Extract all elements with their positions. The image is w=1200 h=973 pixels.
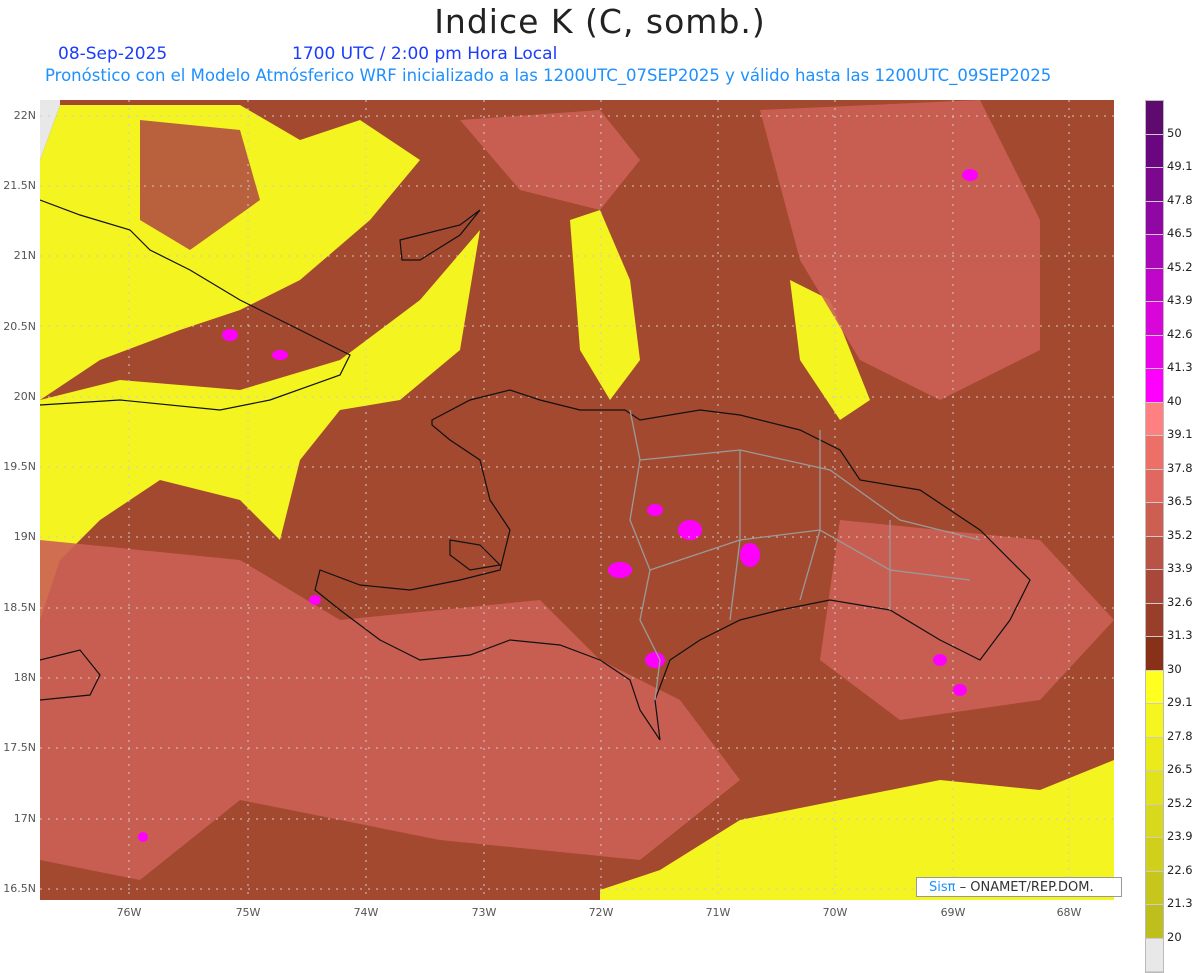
- map-title: Indice K (C, somb.): [434, 2, 766, 41]
- color-bar-label: 33.9: [1167, 561, 1193, 575]
- color-bar-swatch: [1146, 570, 1163, 604]
- lon-tick: 70W: [822, 906, 848, 919]
- color-bar-label: 30: [1167, 661, 1182, 676]
- lon-tick: 74W: [353, 906, 379, 919]
- lat-tick: 20.5N: [3, 320, 36, 333]
- color-bar-swatch: [1146, 503, 1163, 537]
- lat-tick: 21N: [13, 249, 36, 262]
- color-bar-label: 43.9: [1167, 293, 1193, 307]
- color-bar-label: 32.6: [1167, 594, 1193, 609]
- color-bar-swatch: [1146, 268, 1163, 302]
- color-bar-label: 42.6: [1167, 326, 1193, 341]
- lon-tick: 69W: [940, 906, 966, 919]
- color-bar-swatch: [1146, 168, 1163, 202]
- lon-tick: 76W: [116, 906, 142, 919]
- color-bar-swatch: [1146, 235, 1163, 269]
- color-bar-swatch: [1146, 670, 1163, 704]
- color-bar-swatch: [1146, 302, 1163, 336]
- credit-text: – ONAMET/REP.DOM.: [955, 880, 1094, 895]
- color-bar-label: 36.5: [1167, 494, 1193, 508]
- color-bar-label: 21.3: [1167, 896, 1193, 910]
- lat-tick: 16.5N: [3, 882, 36, 895]
- color-bar-swatch: [1146, 201, 1163, 235]
- color-bar-label: 26.5: [1167, 762, 1193, 776]
- color-bar-swatch: [1146, 771, 1163, 805]
- color-bar-swatch: [1146, 737, 1163, 771]
- color-bar-swatch: [1146, 871, 1163, 905]
- lat-tick: 20N: [13, 390, 36, 403]
- forecast-date: 08-Sep-2025: [58, 44, 168, 64]
- color-bar-swatch: [1146, 704, 1163, 738]
- color-bar-label: 20: [1167, 929, 1182, 944]
- color-bar-label: 39.1: [1167, 427, 1193, 441]
- lon-tick: 73W: [471, 906, 497, 919]
- color-bar-swatch: [1146, 938, 1163, 972]
- forecast-time: 1700 UTC / 2:00 pm Hora Local: [292, 44, 558, 64]
- color-bar-swatch: [1146, 369, 1163, 403]
- color-bar-swatch: [1146, 402, 1163, 436]
- color-bar: [1145, 100, 1164, 973]
- lon-tick: 75W: [235, 906, 261, 919]
- lat-tick: 19.5N: [3, 460, 36, 473]
- color-bar-swatch: [1146, 134, 1163, 168]
- color-bar-label: 40: [1167, 393, 1182, 408]
- lat-tick: 18.5N: [3, 601, 36, 614]
- color-bar-swatch: [1146, 469, 1163, 503]
- lon-tick: 71W: [705, 906, 731, 919]
- credit-box: Sisπ – ONAMET/REP.DOM.: [916, 877, 1122, 897]
- lat-tick: 21.5N: [3, 179, 36, 192]
- color-bar-swatch: [1146, 101, 1163, 135]
- color-bar-label: 47.8: [1167, 192, 1193, 207]
- lat-tick: 19N: [13, 530, 36, 543]
- color-bar-label: 31.3: [1167, 628, 1193, 642]
- lon-tick: 68W: [1056, 906, 1082, 919]
- color-bar-label: 50: [1167, 125, 1182, 140]
- color-bar-swatch: [1146, 436, 1163, 470]
- color-bar-swatch: [1146, 603, 1163, 637]
- color-bar-swatch: [1146, 637, 1163, 671]
- lat-tick: 17N: [13, 812, 36, 825]
- color-bar-swatch: [1146, 838, 1163, 872]
- lat-tick: 17.5N: [3, 741, 36, 754]
- color-bar-label: 37.8: [1167, 460, 1193, 475]
- color-bar-label: 23.9: [1167, 829, 1193, 843]
- color-bar-swatch: [1146, 905, 1163, 939]
- color-bar-label: 45.2: [1167, 259, 1193, 274]
- color-bar-label: 46.5: [1167, 226, 1193, 240]
- lat-tick: 18N: [13, 671, 36, 684]
- color-bar-label: 27.8: [1167, 728, 1193, 743]
- color-bar-swatch: [1146, 335, 1163, 369]
- model-info: Pronóstico con el Modelo Atmósferico WRF…: [45, 66, 1052, 85]
- k-index-map: [40, 100, 1114, 900]
- color-bar-label: 22.6: [1167, 862, 1193, 877]
- color-bar-label: 49.1: [1167, 159, 1193, 173]
- color-bar-label: 25.2: [1167, 795, 1193, 810]
- color-bar-swatch: [1146, 536, 1163, 570]
- color-bar-swatch: [1146, 804, 1163, 838]
- color-bar-label: 29.1: [1167, 695, 1193, 709]
- color-bar-label: 35.2: [1167, 527, 1193, 542]
- color-bar-label: 41.3: [1167, 360, 1193, 374]
- lat-tick: 22N: [13, 109, 36, 122]
- lon-tick: 72W: [588, 906, 614, 919]
- sispi-logo: Sisπ: [929, 880, 956, 895]
